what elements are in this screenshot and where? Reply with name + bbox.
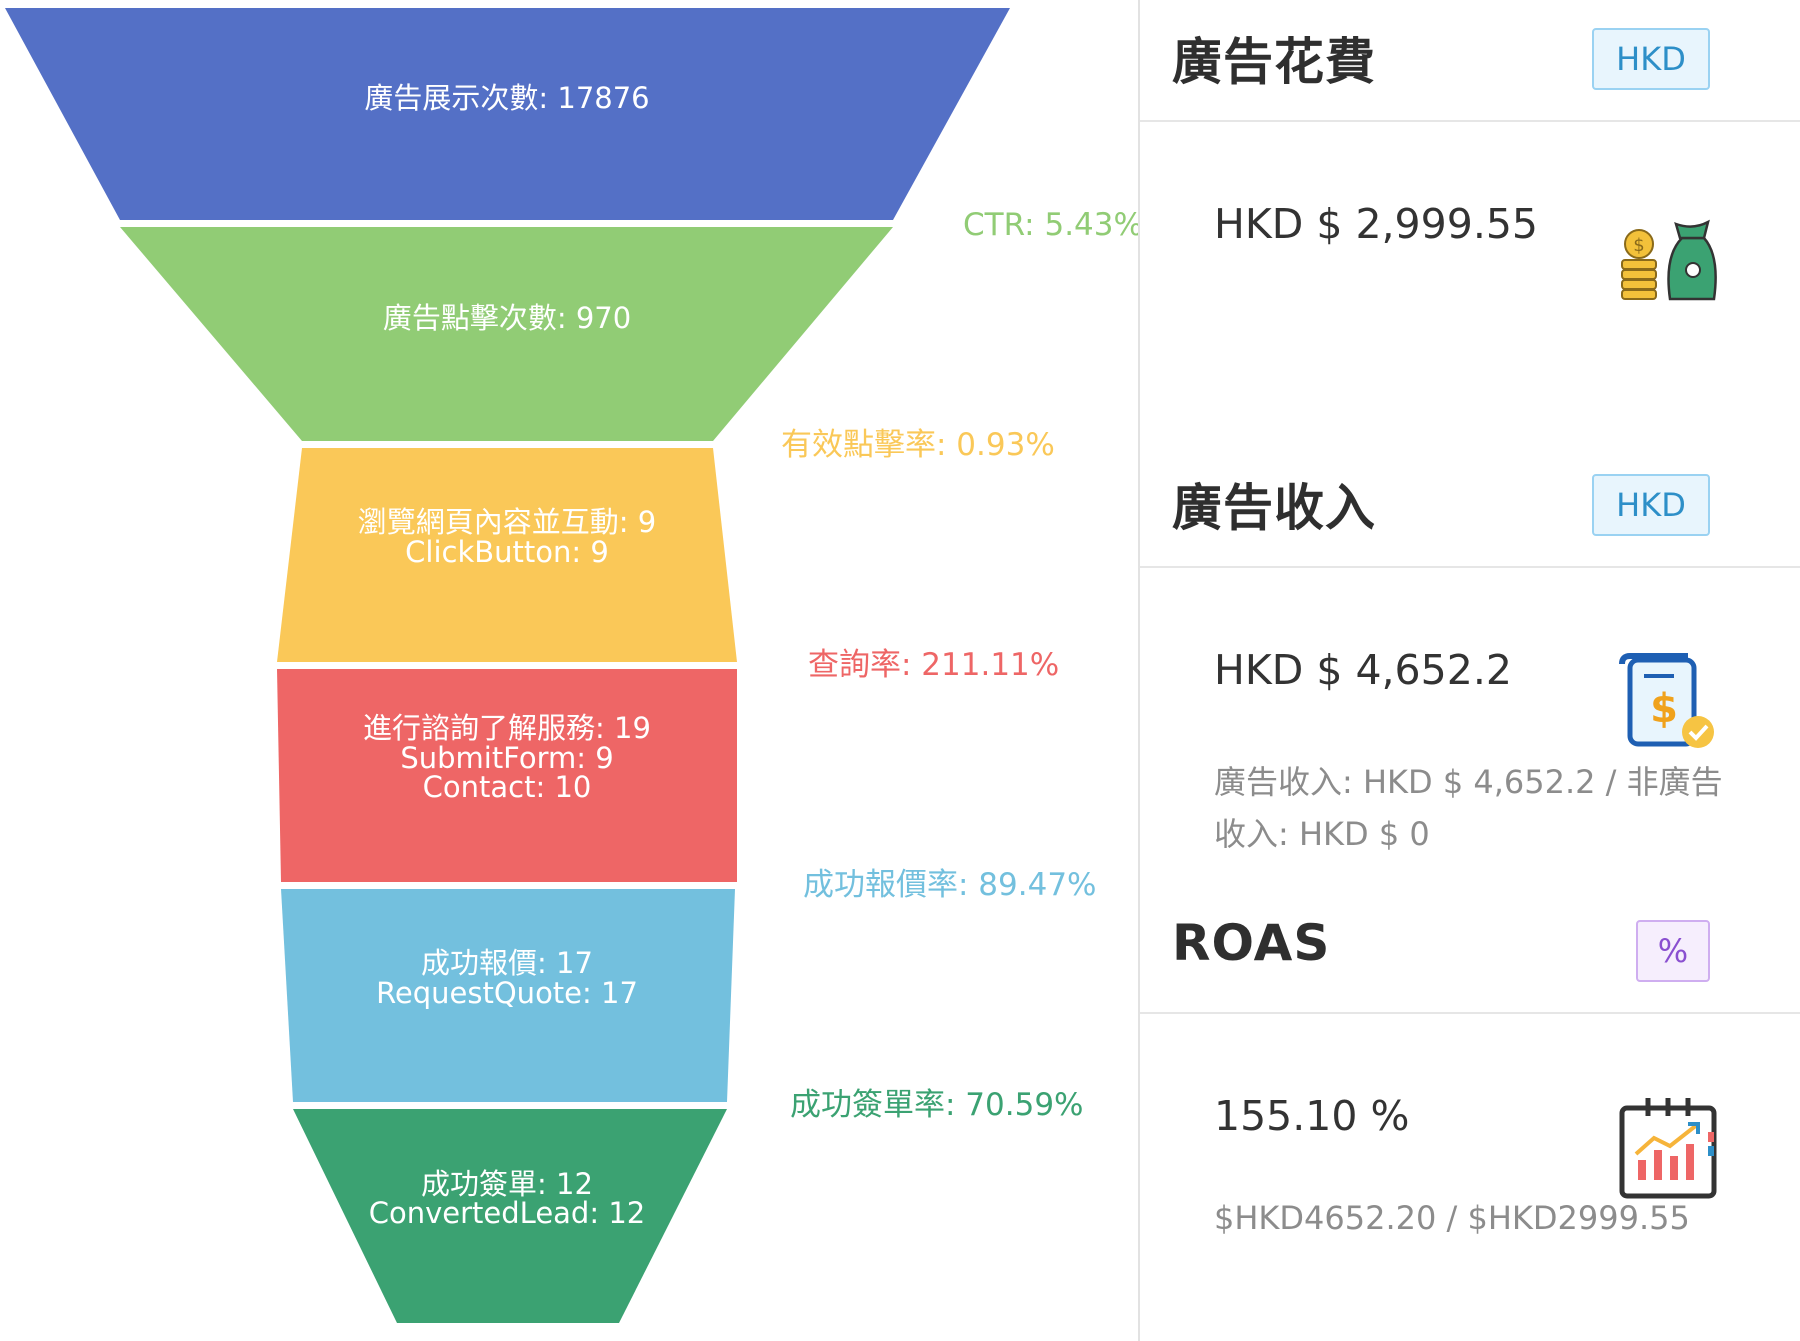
card-value: HKD $ 2,999.55: [1214, 200, 1539, 248]
percent-badge: %: [1636, 920, 1710, 982]
funnel-stage-clicks[interactable]: 廣告點擊次數: 970: [120, 227, 893, 441]
money-bag-coins-icon: $: [1621, 219, 1717, 301]
svg-text:$: $: [1633, 235, 1644, 256]
funnel-stage-label: 廣告點擊次數: 970: [383, 301, 631, 335]
funnel-stage-sublabel: ConvertedLead: 12: [369, 1196, 645, 1230]
card-title: 廣告收入: [1172, 479, 1376, 537]
funnel-stage-label: 瀏覽網頁內容並互動: 9: [358, 505, 656, 539]
revenue-breakdown: 廣告收入: HKD $ 4,652.2 / 非廣告收入: HKD $ 0: [1214, 763, 1723, 853]
funnel-stage-label: 廣告展示次數: 17876: [364, 81, 649, 115]
rate-label-inquiry: 查詢率: 211.11%: [808, 647, 1059, 683]
funnel-stage-label: 進行諮詢了解服務: 19: [363, 711, 651, 745]
rate-label-effective-click: 有效點擊率: 0.93%: [781, 427, 1055, 463]
funnel-stage-quote[interactable]: 成功報價: 17 RequestQuote: 17: [281, 889, 735, 1102]
funnel-stage-impressions[interactable]: 廣告展示次數: 17876: [5, 8, 1010, 220]
card-value: 155.10 %: [1214, 1092, 1410, 1140]
funnel-stage-sublabel: Contact: 10: [423, 770, 592, 804]
rate-label-ctr: CTR: 5.43%: [963, 207, 1138, 243]
card-header: 廣告花費 HKD: [1140, 0, 1800, 122]
card-title: 廣告花費: [1172, 33, 1376, 91]
currency-badge: HKD: [1592, 28, 1710, 90]
ad-revenue-card: 廣告收入 HKD HKD $ 4,652.2 廣告收入: HKD $ 4,652…: [1140, 446, 1800, 892]
calendar-chart-icon: [1619, 1098, 1717, 1199]
funnel-stage-label: 成功報價: 17: [421, 946, 593, 980]
funnel-stage-engagement[interactable]: 瀏覽網頁內容並互動: 9 ClickButton: 9: [277, 448, 737, 662]
funnel-stage-sublabel: ClickButton: 9: [405, 535, 609, 569]
invoice-dollar-check-icon: $: [1619, 653, 1714, 748]
conversion-funnel-chart: 廣告展示次數: 17876 廣告點擊次數: 970 瀏覽網頁內容並互動: 9 C…: [5, 8, 1138, 1323]
rate-label-close-success: 成功簽單率: 70.59%: [790, 1087, 1084, 1123]
card-header: ROAS %: [1140, 892, 1800, 1014]
funnel-stage-inquiry[interactable]: 進行諮詢了解服務: 19 SubmitForm: 9 Contact: 10: [277, 669, 737, 882]
svg-text:$: $: [1650, 686, 1678, 732]
card-value: HKD $ 4,652.2: [1214, 646, 1512, 694]
card-title: ROAS: [1172, 914, 1331, 972]
rate-label-quote-success: 成功報價率: 89.47%: [803, 867, 1097, 903]
card-header: 廣告收入 HKD: [1140, 446, 1800, 568]
funnel-stage-sublabel: RequestQuote: 17: [376, 976, 638, 1010]
roas-card: ROAS % 155.10 % $HKD4652.20 / $HKD2999.5…: [1140, 892, 1800, 1341]
currency-badge: HKD: [1592, 474, 1710, 536]
funnel-stage-converted[interactable]: 成功簽單: 12 ConvertedLead: 12: [293, 1109, 727, 1323]
ad-spend-card: 廣告花費 HKD HKD $ 2,999.55 $: [1140, 0, 1800, 446]
